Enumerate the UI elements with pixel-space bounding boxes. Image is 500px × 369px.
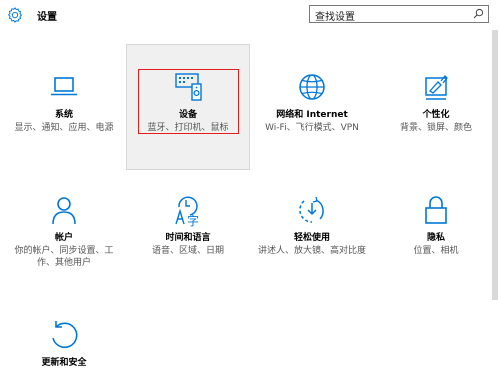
lock-icon [425, 196, 447, 224]
tile-accounts[interactable]: 帐户 你的帐户、同步设置、工作、其他用户 [2, 193, 126, 269]
search-icon[interactable] [473, 8, 484, 19]
tile-personalization[interactable]: 个性化 背景、锁屏、颜色 [374, 70, 498, 134]
tile-ease-of-access[interactable]: 轻松使用 讲述人、放大镜、高对比度 [250, 193, 374, 257]
tile-description: 位置、相机 [413, 246, 459, 256]
tile-label: 系统 [54, 110, 73, 120]
tile-description: 你的帐户、同步设置、工作、其他用户 [14, 246, 114, 268]
tile-description: 讲述人、放大镜、高对比度 [257, 246, 366, 256]
search-input[interactable]: 查找设置 [315, 8, 355, 23]
person-icon [52, 197, 76, 225]
tile-system[interactable]: 系统 显示、通知、应用、电源 [2, 70, 126, 134]
globe-icon [299, 74, 325, 100]
search-box[interactable]: 查找设置 [309, 5, 489, 23]
tile-label: 轻松使用 [293, 233, 330, 243]
tile-update-security[interactable]: 更新和安全 [2, 318, 126, 369]
paint-icon [425, 75, 448, 100]
tile-label: 时间和语言 [165, 233, 211, 243]
tile-network[interactable]: 网络和 Internet Wi-Fi、飞行模式、VPN [250, 70, 374, 134]
tile-description: 显示、通知、应用、电源 [14, 123, 114, 133]
svg-text:字: 字 [187, 213, 199, 227]
tile-privacy[interactable]: 隐私 位置、相机 [374, 193, 498, 257]
tile-label: 更新和安全 [41, 358, 87, 368]
gear-icon [7, 7, 23, 23]
refresh-icon [52, 321, 78, 349]
tile-description: 语音、区域、日期 [151, 246, 224, 256]
tile-description: Wi-Fi、飞行模式、VPN [265, 123, 359, 133]
time-language-icon: 字 [175, 196, 199, 227]
header-bar: 设置 查找设置 [0, 0, 500, 30]
laptop-icon [51, 77, 77, 96]
tile-label: 网络和 Internet [276, 110, 348, 120]
tile-label: 个性化 [422, 110, 450, 120]
ease-of-access-icon [299, 196, 324, 223]
tile-label: 帐户 [54, 233, 73, 243]
selection-highlight [138, 69, 239, 134]
page-title: 设置 [37, 12, 57, 23]
tile-description: 背景、锁屏、颜色 [399, 123, 472, 133]
tile-label: 隐私 [426, 233, 445, 243]
tile-time-language[interactable]: 字 时间和语言 语音、区域、日期 [126, 193, 250, 257]
